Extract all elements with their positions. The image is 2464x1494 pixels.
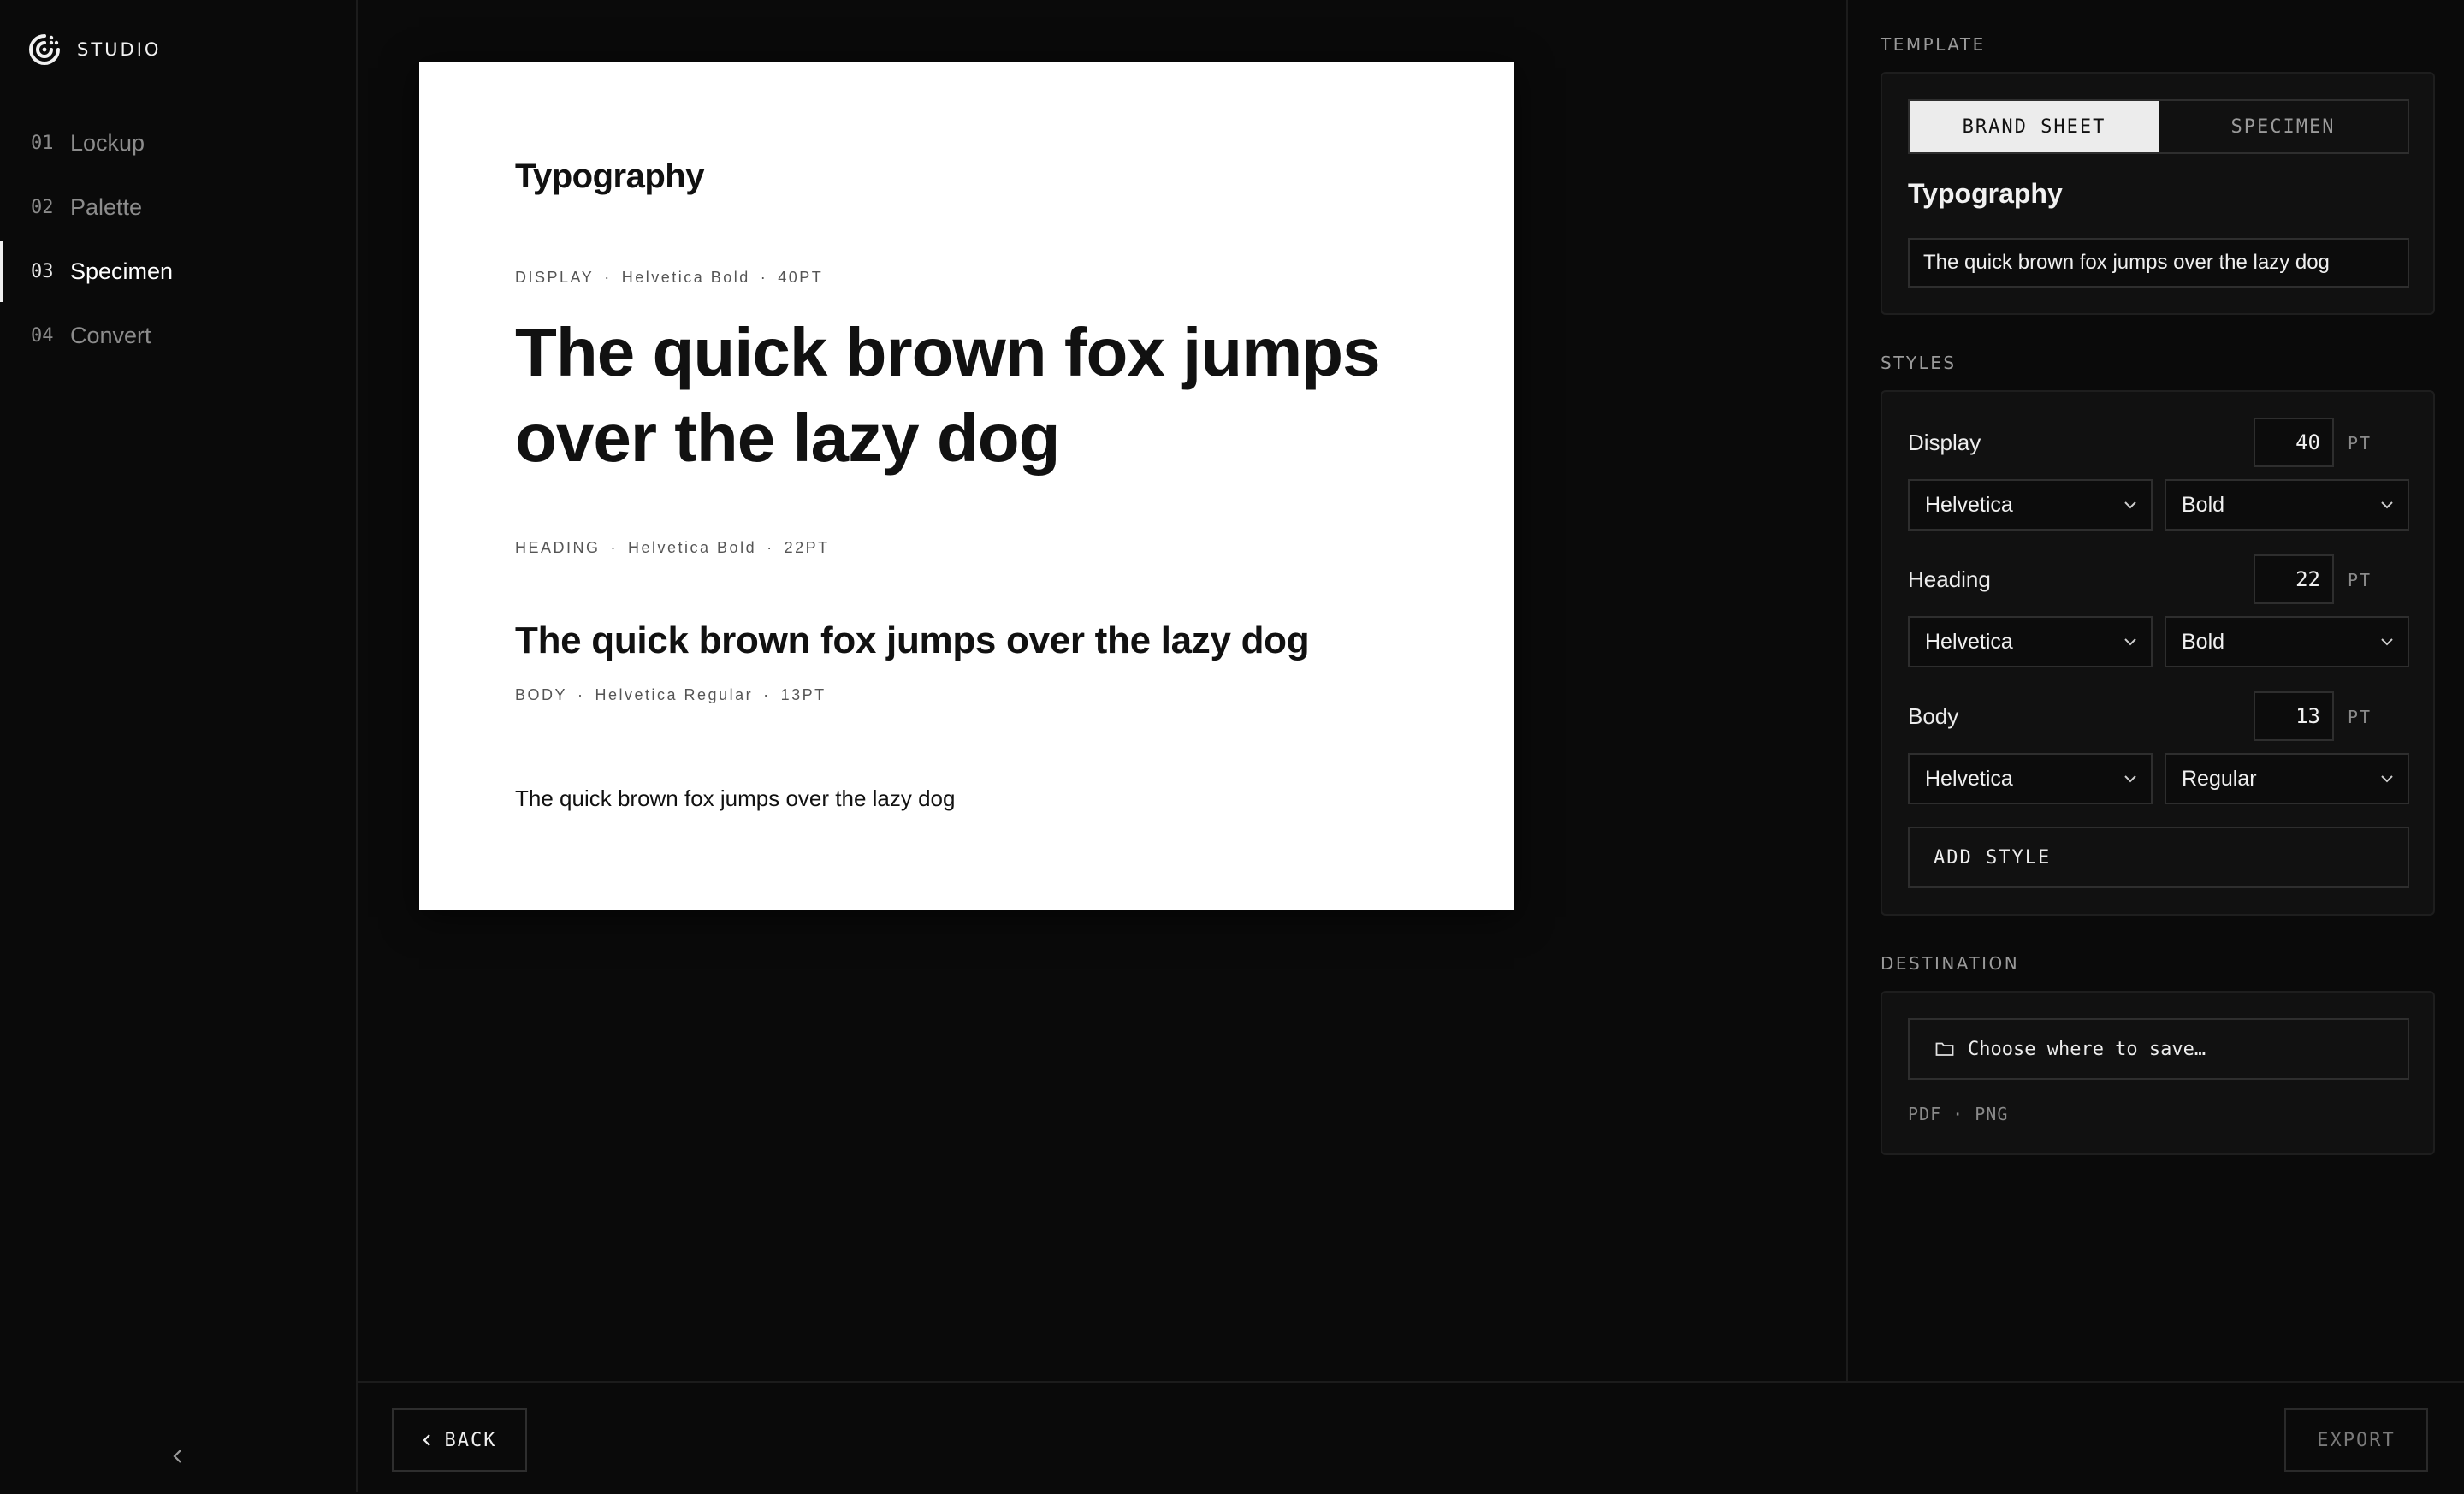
- unit-label: PT: [2348, 570, 2372, 590]
- template-title: Typography: [1908, 178, 2063, 209]
- template-option-specimen[interactable]: SPECIMEN: [2159, 101, 2408, 152]
- body-meta: BODY · Helvetica Regular · 13PT: [515, 686, 826, 704]
- body-family-select[interactable]: Helvetica: [1908, 753, 2153, 804]
- sidebar-item-convert[interactable]: 04 Convert: [0, 304, 356, 368]
- display-family-select[interactable]: Helvetica: [1908, 479, 2153, 531]
- meta-style: BODY: [515, 686, 568, 703]
- meta-separator: ·: [760, 269, 768, 286]
- heading-size-input[interactable]: [2254, 554, 2334, 604]
- template-section-label: TEMPLATE: [1881, 34, 1986, 55]
- template-option-brand-sheet[interactable]: BRAND SHEET: [1910, 101, 2159, 152]
- nav-item-label: Palette: [70, 194, 143, 220]
- select-value: Helvetica: [1925, 492, 2013, 517]
- chevron-left-icon: [422, 1434, 430, 1446]
- meta-style: DISPLAY: [515, 269, 595, 286]
- nav-item-number: 02: [31, 197, 54, 218]
- settings-panel: TEMPLATE BRAND SHEET SPECIMEN Typography…: [1846, 0, 2464, 1381]
- sidebar-item-specimen[interactable]: 03 Specimen: [0, 240, 356, 304]
- sidebar-item-lockup[interactable]: 01 Lockup: [0, 111, 356, 175]
- body-sample: The quick brown fox jumps over the lazy …: [515, 786, 956, 811]
- meta-size: 22PT: [784, 539, 830, 556]
- chevron-down-icon: [2381, 501, 2393, 509]
- chevron-down-icon: [2381, 638, 2393, 646]
- display-weight-select[interactable]: Bold: [2165, 479, 2409, 531]
- add-style-button[interactable]: ADD STYLE: [1908, 827, 2409, 888]
- brand[interactable]: STUDIO: [27, 33, 161, 67]
- nav-item-number: 01: [31, 133, 54, 154]
- sidebar-nav: 01 Lockup 02 Palette 03 Specimen 04 Conv…: [0, 111, 356, 368]
- meta-size: 40PT: [778, 269, 824, 286]
- unit-label: PT: [2348, 707, 2372, 727]
- nav-item-label: Convert: [70, 323, 151, 348]
- sample-text-input[interactable]: [1908, 238, 2409, 288]
- nav-item-number: 03: [31, 261, 54, 282]
- meta-separator: ·: [604, 269, 612, 286]
- chevron-left-icon: [173, 1450, 181, 1463]
- display-meta: DISPLAY · Helvetica Bold · 40PT: [515, 269, 823, 287]
- select-value: Bold: [2182, 629, 2225, 654]
- bottom-bar: BACK EXPORT: [358, 1381, 2464, 1494]
- meta-style: HEADING: [515, 539, 601, 556]
- nav-item-label: Specimen: [70, 258, 174, 284]
- style-name-heading: Heading: [1908, 566, 1991, 592]
- nav-item-number: 04: [31, 325, 54, 347]
- select-value: Helvetica: [1925, 766, 2013, 791]
- heading-family-select[interactable]: Helvetica: [1908, 616, 2153, 667]
- back-button[interactable]: BACK: [392, 1408, 527, 1472]
- export-button[interactable]: EXPORT: [2284, 1408, 2428, 1472]
- preview-canvas: Typography DISPLAY · Helvetica Bold · 40PT T…: [358, 0, 1846, 1381]
- choose-destination-button[interactable]: Choose where to save…: [1908, 1018, 2409, 1080]
- styles-section-label: STYLES: [1881, 353, 1957, 373]
- select-value: Helvetica: [1925, 629, 2013, 654]
- nav-item-label: Lockup: [70, 130, 145, 156]
- display-sample: The quick brown fox jumps over the lazy …: [515, 314, 1381, 476]
- destination-button-label: Choose where to save…: [1968, 1038, 2206, 1060]
- styles-card: Display PT Helvetica Bold Heading PT Hel…: [1881, 390, 2435, 916]
- meta-font: Helvetica Regular: [595, 686, 754, 703]
- meta-font: Helvetica Bold: [621, 269, 750, 286]
- app-name: STUDIO: [77, 39, 162, 60]
- back-button-label: BACK: [444, 1429, 497, 1451]
- meta-separator: ·: [578, 686, 585, 703]
- meta-separator: ·: [767, 539, 774, 556]
- folder-icon: [1935, 1042, 1954, 1056]
- unit-label: PT: [2348, 433, 2372, 454]
- destination-card: Choose where to save… PDF · PNG: [1881, 991, 2435, 1155]
- template-card: BRAND SHEET SPECIMEN Typography: [1881, 72, 2435, 315]
- chevron-down-icon: [2124, 775, 2136, 783]
- chevron-down-icon: [2124, 638, 2136, 646]
- studio-logo-icon: [29, 34, 60, 65]
- select-value: Bold: [2182, 492, 2225, 517]
- meta-separator: ·: [610, 539, 619, 556]
- heading-weight-select[interactable]: Bold: [2165, 616, 2409, 667]
- collapse-sidebar-button[interactable]: [168, 1446, 188, 1467]
- sidebar-item-palette[interactable]: 02 Palette: [0, 175, 356, 240]
- style-name-body: Body: [1908, 703, 1959, 729]
- select-value: Regular: [2182, 766, 2257, 791]
- template-toggle: BRAND SHEET SPECIMEN: [1908, 99, 2409, 154]
- meta-size: 13PT: [780, 686, 826, 703]
- export-formats: PDF · PNG: [1908, 1104, 2009, 1124]
- heading-meta: HEADING · Helvetica Bold · 22PT: [515, 539, 830, 557]
- meta-font: Helvetica Bold: [628, 539, 757, 556]
- heading-sample: The quick brown fox jumps over the lazy …: [515, 620, 1310, 661]
- meta-separator: ·: [763, 686, 771, 703]
- body-size-input[interactable]: [2254, 691, 2334, 741]
- body-weight-select[interactable]: Regular: [2165, 753, 2409, 804]
- display-size-input[interactable]: [2254, 418, 2334, 467]
- sheet-title: Typography: [515, 157, 704, 195]
- chevron-down-icon: [2381, 775, 2393, 783]
- sidebar: STUDIO 01 Lockup 02 Palette 03 Specimen …: [0, 0, 358, 1492]
- specimen-sheet: Typography DISPLAY · Helvetica Bold · 40PT T…: [419, 62, 1514, 910]
- chevron-down-icon: [2124, 501, 2136, 509]
- style-name-display: Display: [1908, 430, 1981, 455]
- destination-section-label: DESTINATION: [1881, 953, 2020, 974]
